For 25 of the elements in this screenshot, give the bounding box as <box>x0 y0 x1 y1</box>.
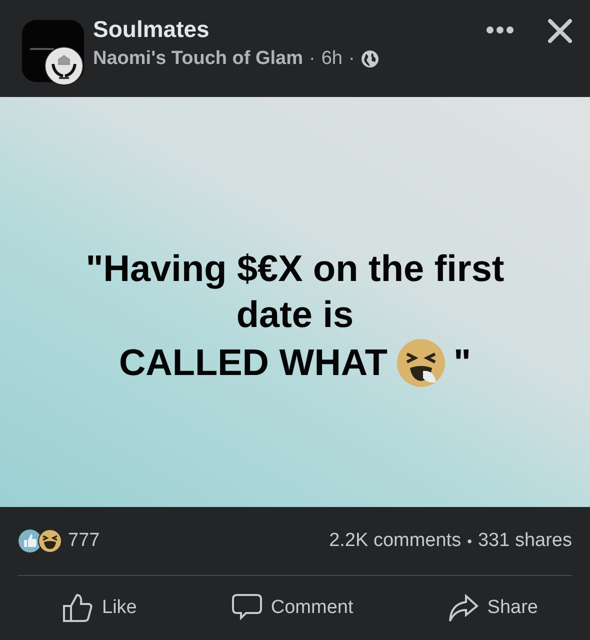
globe-icon <box>360 50 379 68</box>
page-logo-icon[interactable] <box>44 46 84 86</box>
post-time[interactable]: 6h <box>321 48 342 70</box>
reaction-count[interactable]: 777 <box>68 530 100 552</box>
post-text: CALLED WHAT <box>118 341 388 385</box>
post-text: "Having $€X on the first <box>86 247 504 291</box>
like-reaction-icon[interactable] <box>18 529 42 553</box>
more-options-icon[interactable] <box>486 26 514 34</box>
laughing-face-icon <box>396 338 446 388</box>
comment-button[interactable]: Comment <box>226 588 358 628</box>
share-button[interactable]: Share <box>443 588 542 628</box>
laughing-reaction-icon[interactable] <box>38 529 62 553</box>
comment-count[interactable]: 2.2K comments <box>329 530 462 552</box>
post-text: date is <box>236 293 354 337</box>
separator: · <box>309 48 316 70</box>
close-icon[interactable] <box>548 19 572 43</box>
separator: · <box>348 48 355 70</box>
group-name[interactable]: Soulmates <box>93 16 486 43</box>
share-arrow-icon <box>447 592 480 624</box>
author-name[interactable]: Naomi's Touch of Glam <box>93 48 304 70</box>
post-text: " <box>454 341 472 385</box>
share-count[interactable]: 331 shares <box>478 530 572 552</box>
thumbs-up-icon <box>62 592 94 624</box>
like-button[interactable]: Like <box>58 588 141 628</box>
separator: • <box>467 533 472 549</box>
